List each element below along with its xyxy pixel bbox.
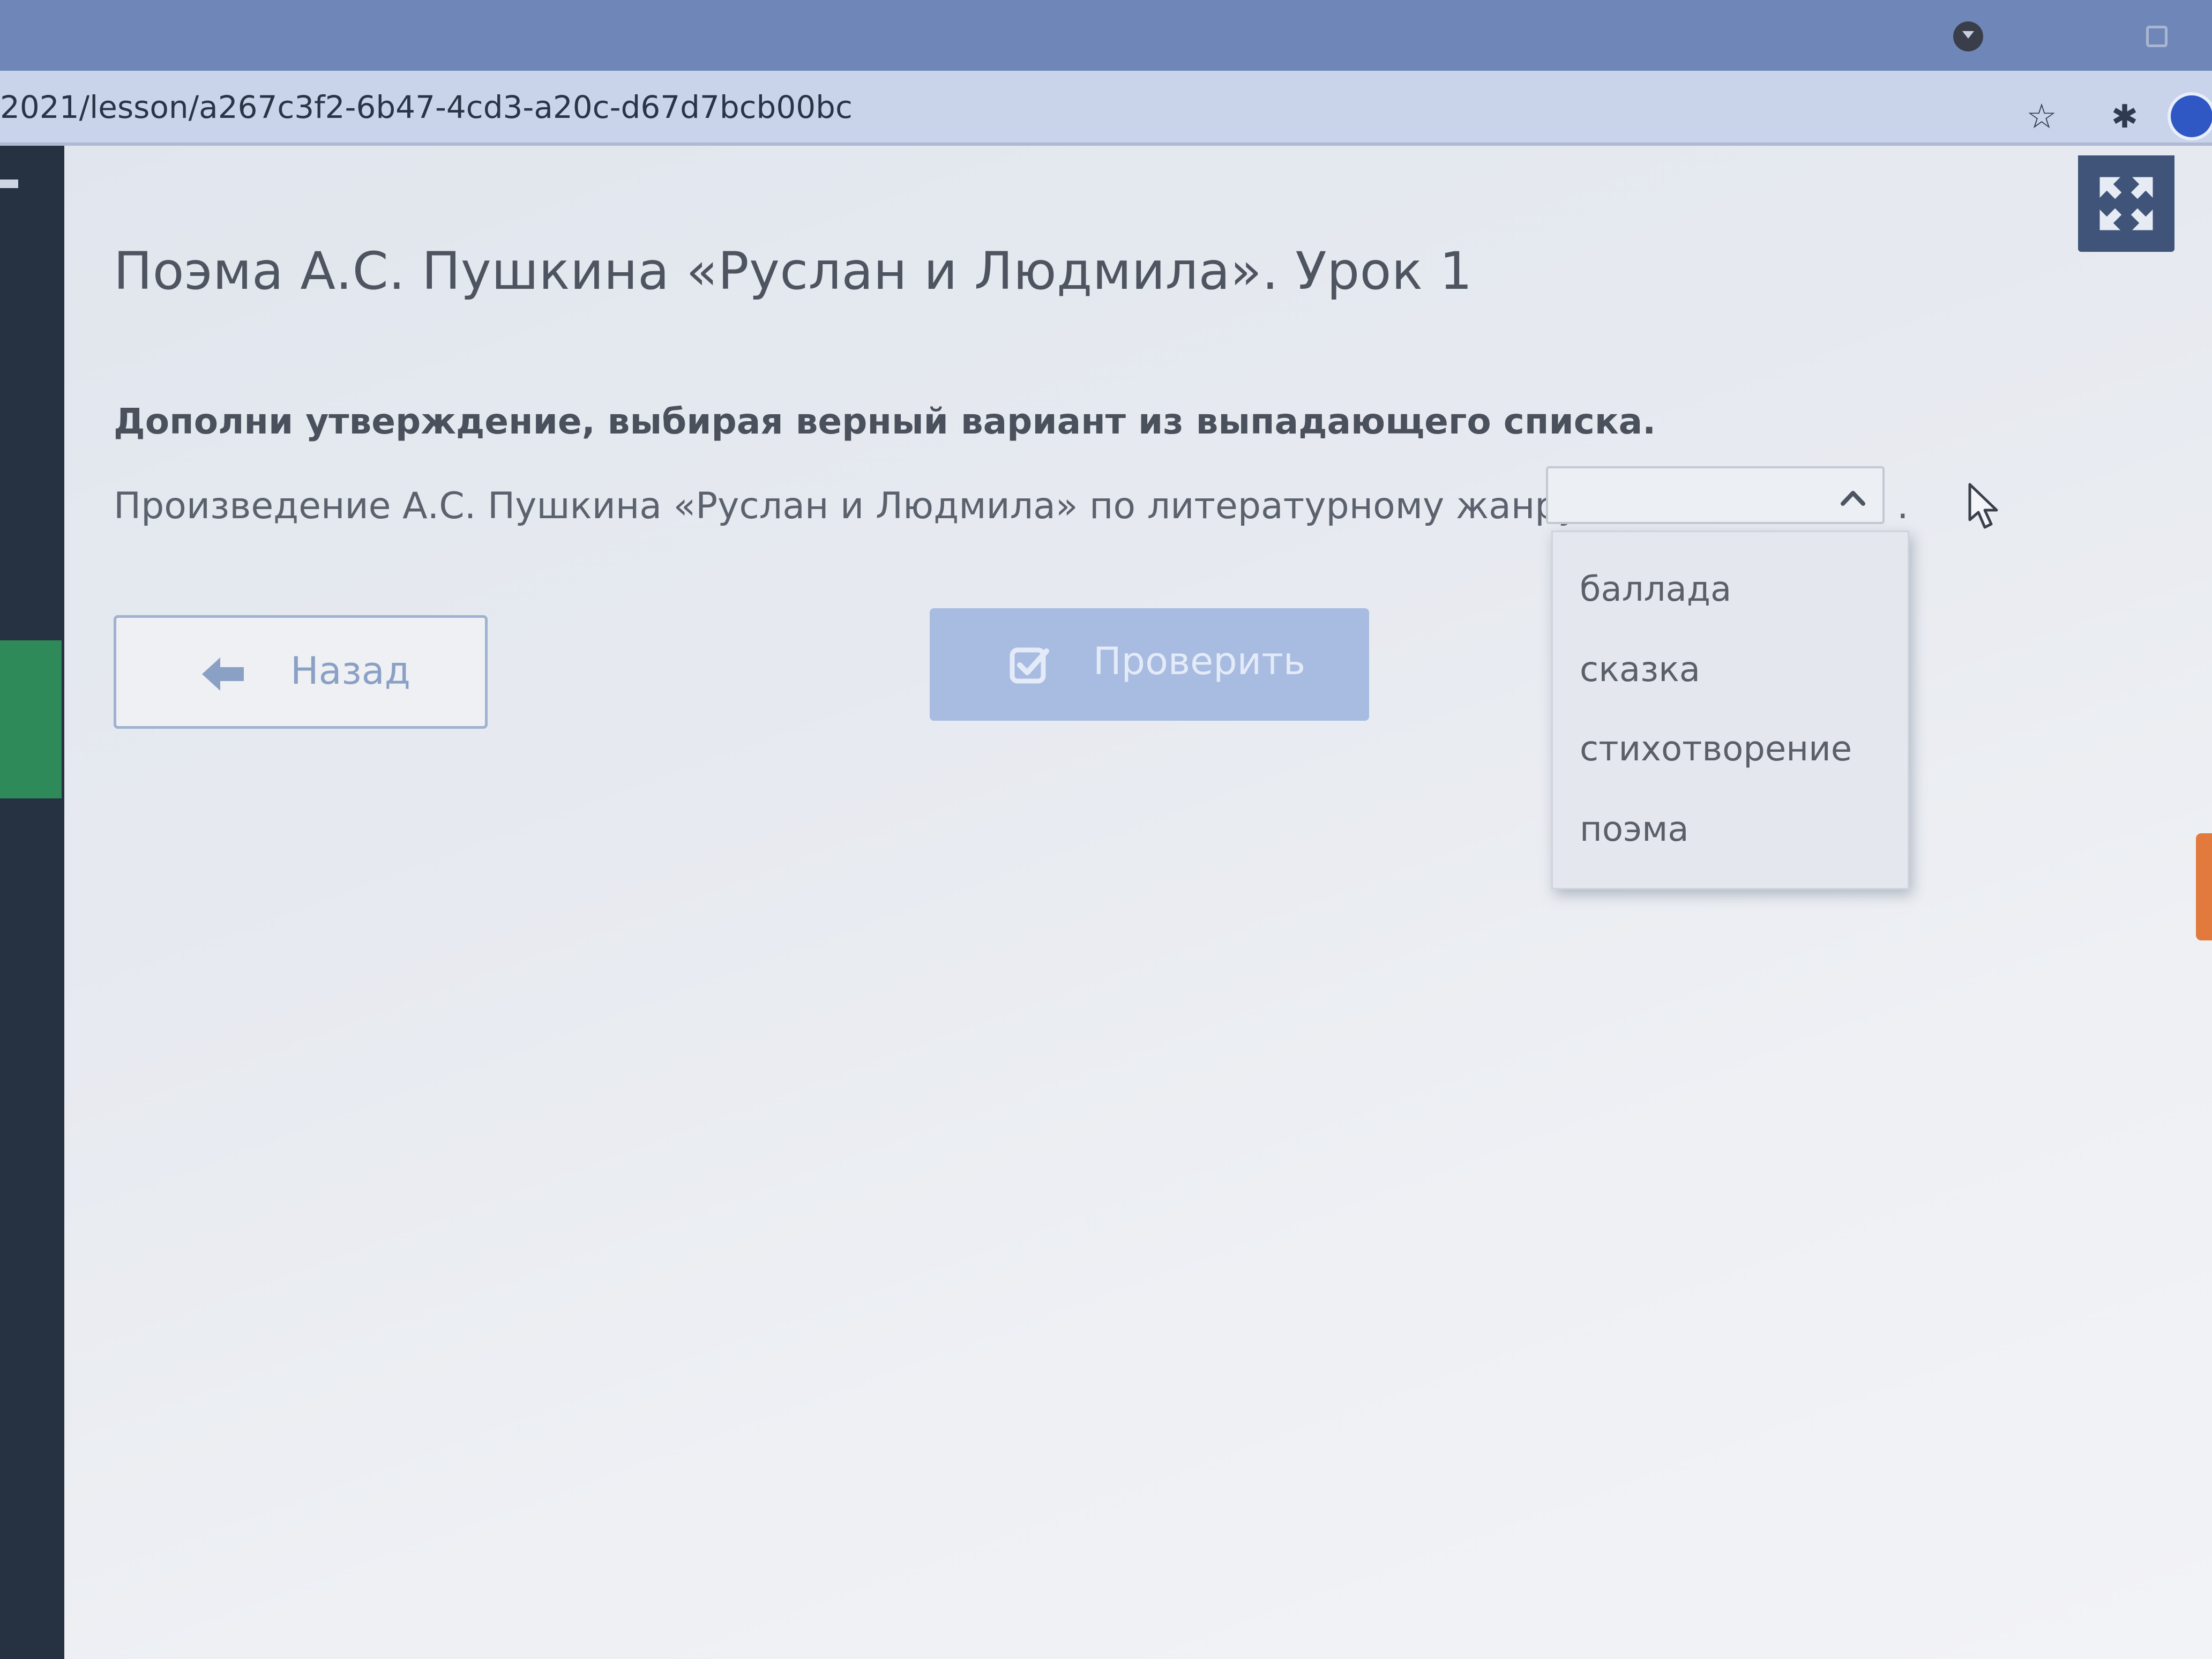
page-title: Поэма А.С. Пушкина «Руслан и Людмила». У… bbox=[114, 241, 1473, 301]
sidebar-menu-icon[interactable] bbox=[0, 180, 18, 188]
dropdown-option-poem-verse[interactable]: стихотворение bbox=[1580, 729, 1852, 769]
statement-period: . bbox=[1897, 485, 1909, 527]
genre-dropdown-menu: баллада сказка стихотворение поэма bbox=[1551, 530, 1909, 890]
mouse-cursor-icon bbox=[1968, 483, 1998, 529]
task-statement: Произведение А.С. Пушкина «Руслан и Людм… bbox=[114, 485, 1610, 527]
check-button-label: Проверить bbox=[1093, 639, 1306, 683]
left-sidebar-strip bbox=[0, 146, 64, 1659]
profile-avatar-icon[interactable] bbox=[2168, 92, 2212, 140]
expand-arrows-icon bbox=[2099, 177, 2153, 230]
window-restore-icon[interactable] bbox=[2146, 26, 2168, 47]
dropdown-option-poem[interactable]: поэма bbox=[1580, 810, 1689, 849]
dropdown-option-fairy-tale[interactable]: сказка bbox=[1580, 650, 1700, 690]
task-instruction: Дополни утверждение, выбирая верный вари… bbox=[114, 401, 1656, 442]
sidebar-active-tab[interactable] bbox=[0, 640, 62, 798]
back-button[interactable]: Назад bbox=[114, 615, 488, 729]
back-button-label: Назад bbox=[290, 649, 411, 693]
window-menu-icon[interactable] bbox=[1953, 21, 1983, 51]
extensions-puzzle-icon[interactable]: ✱ bbox=[2103, 95, 2146, 138]
lesson-content-panel bbox=[64, 146, 2212, 1659]
address-bar[interactable]: 2021/lesson/a267c3f2-6b47-4cd3-a20c-d67d… bbox=[0, 71, 2212, 146]
fullscreen-button[interactable] bbox=[2078, 155, 2174, 252]
right-edge-tab[interactable] bbox=[2196, 833, 2212, 940]
chevron-up-icon bbox=[1841, 491, 1865, 506]
genre-dropdown-select[interactable] bbox=[1546, 466, 1885, 524]
bookmark-star-icon[interactable]: ☆ bbox=[2020, 95, 2063, 138]
arrow-left-icon bbox=[202, 657, 244, 691]
browser-title-bar bbox=[0, 0, 2212, 71]
dropdown-option-ballad[interactable]: баллада bbox=[1580, 570, 1731, 609]
check-button[interactable]: Проверить bbox=[930, 608, 1369, 721]
checkbox-check-icon bbox=[1010, 647, 1049, 684]
url-text[interactable]: 2021/lesson/a267c3f2-6b47-4cd3-a20c-d67d… bbox=[0, 86, 853, 129]
